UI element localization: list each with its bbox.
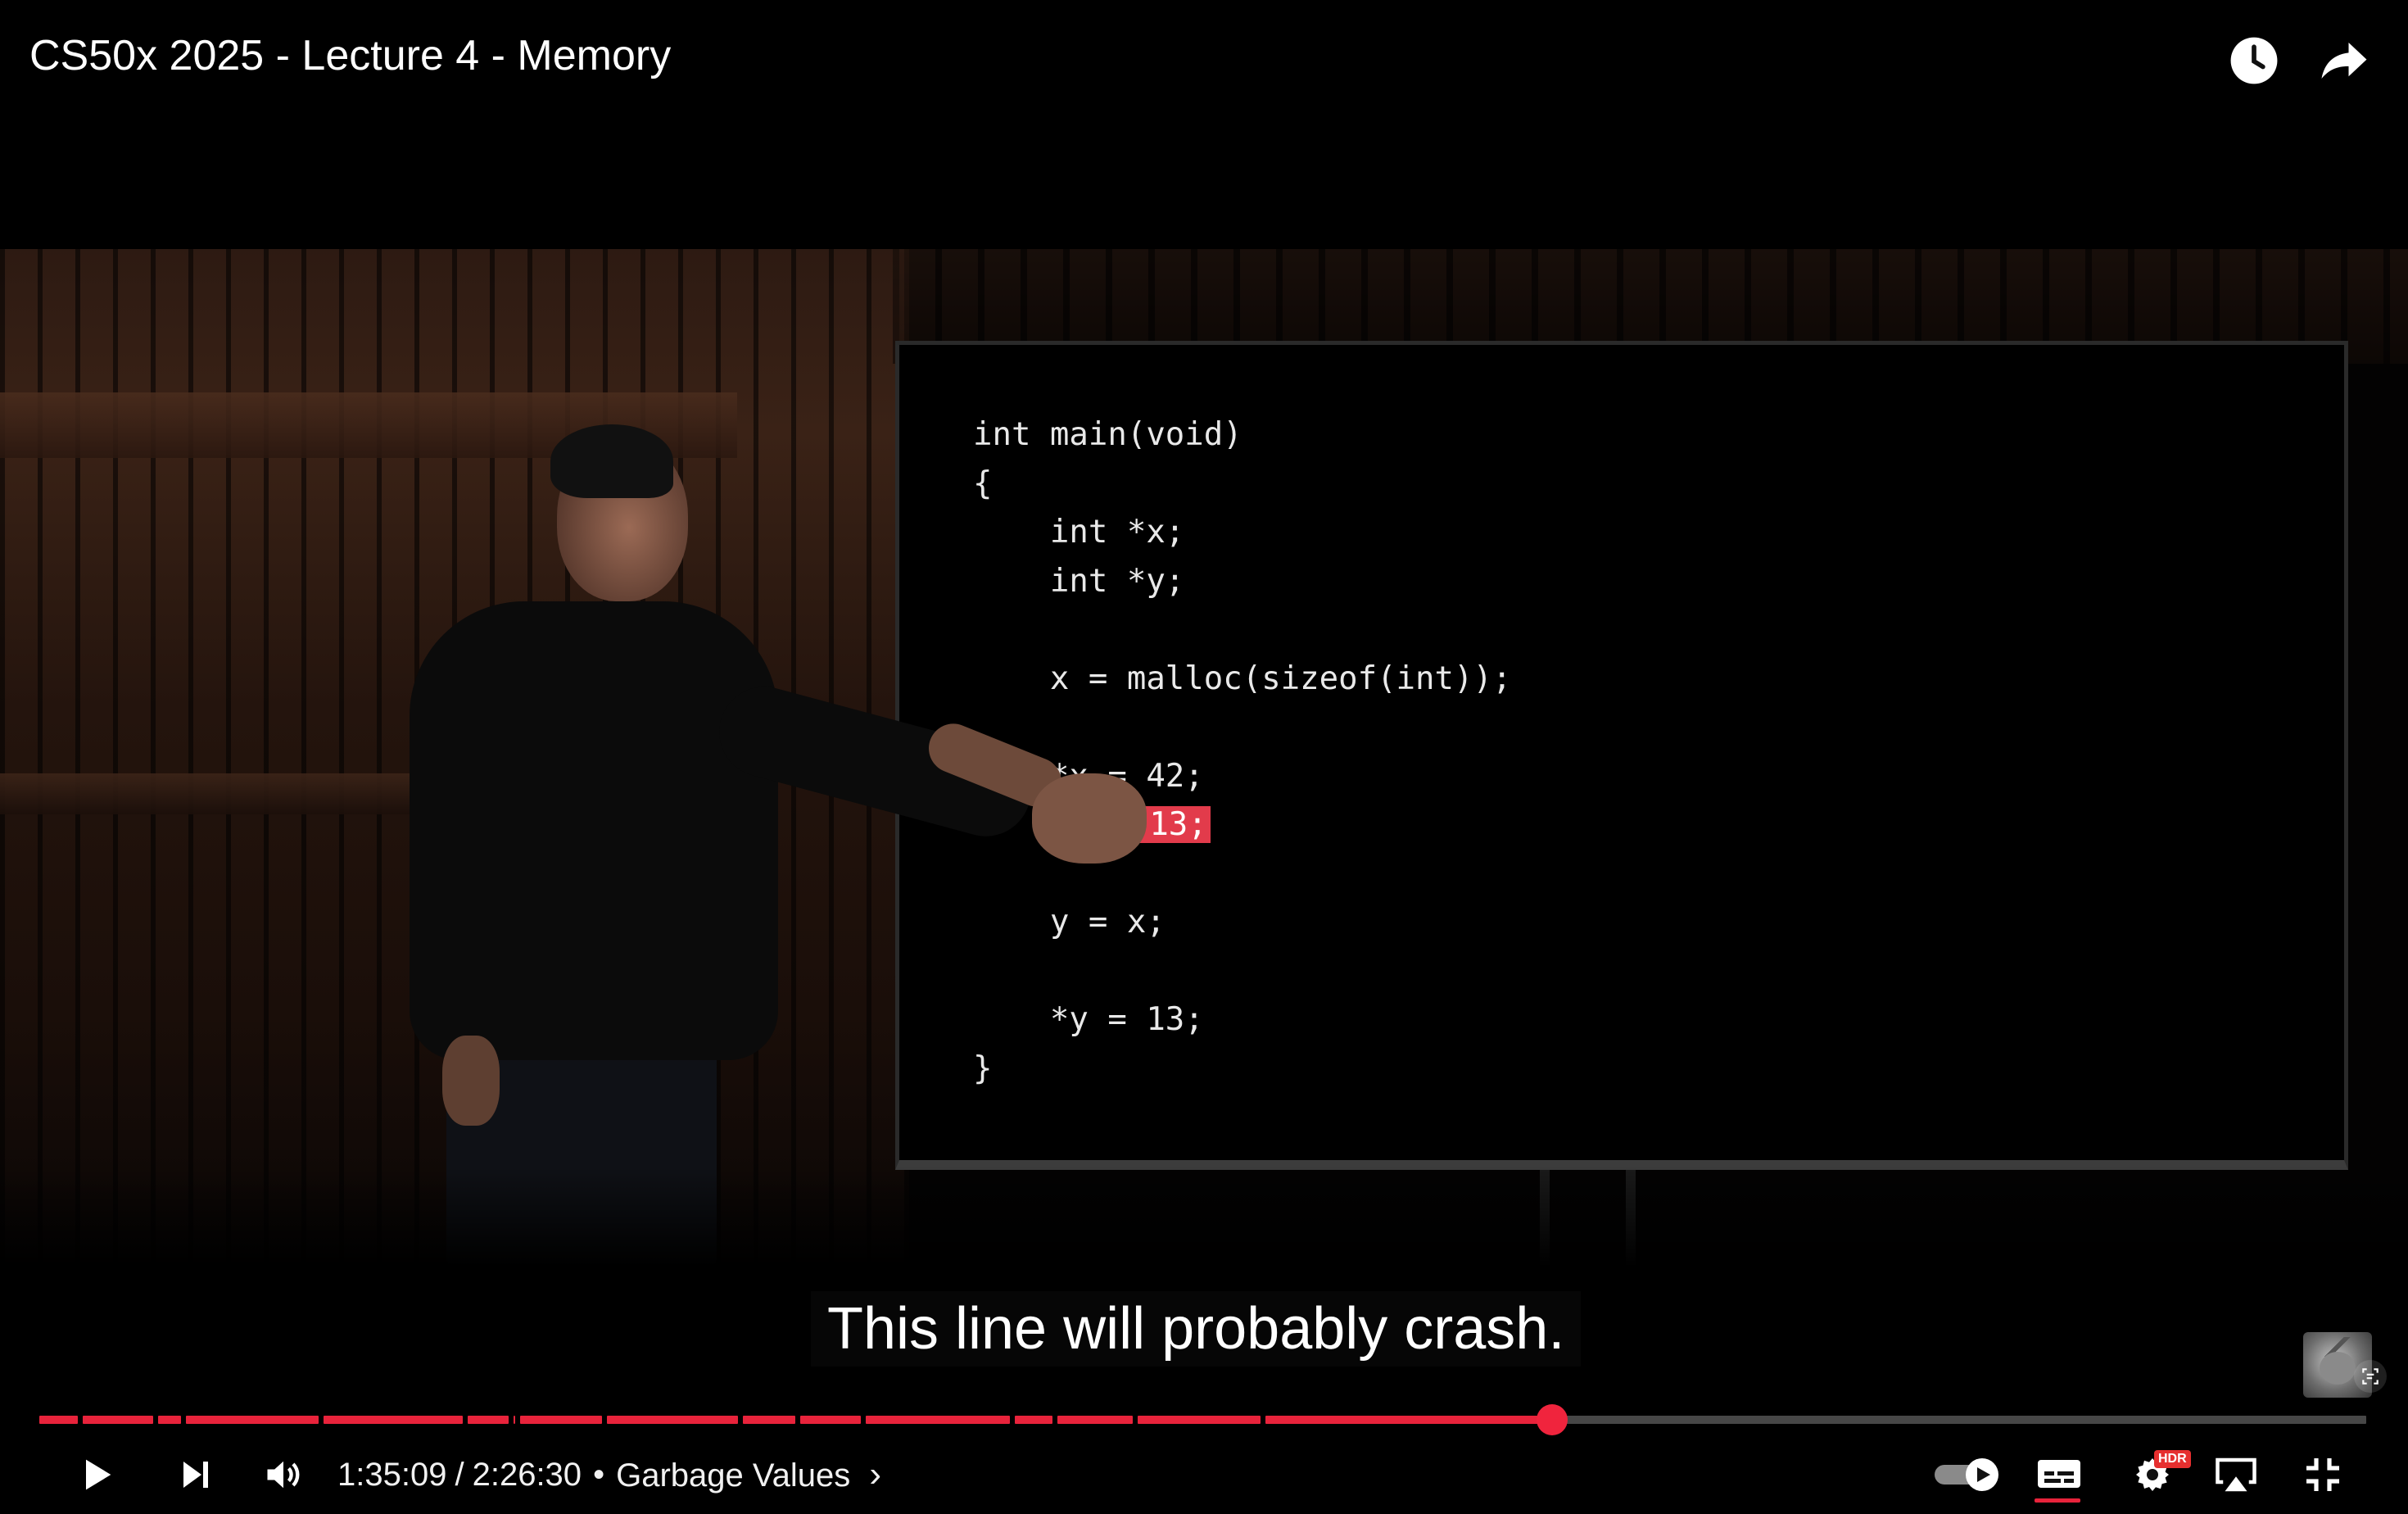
fullscreen-exit-icon (2306, 1458, 2339, 1491)
progress-played-segment (743, 1416, 795, 1424)
top-bar: CS50x 2025 - Lecture 4 - Memory (0, 0, 2408, 115)
code-line: } (973, 1049, 993, 1087)
progress-played-segment (324, 1416, 463, 1424)
progress-played-segment (468, 1416, 509, 1424)
presenter-torso (410, 601, 778, 1060)
code-block: int main(void) { int *x; int *y; x = mall… (973, 410, 1511, 1093)
video-frame[interactable]: int main(void) { int *x; int *y; x = mall… (0, 249, 2408, 1267)
play-icon (86, 1459, 111, 1490)
code-slide-screen: int main(void) { int *x; int *y; x = mall… (895, 341, 2348, 1170)
current-time: 1:35:09 (337, 1456, 447, 1493)
code-line: y = x; (973, 904, 1166, 941)
lens-icon (2362, 1368, 2379, 1385)
airplay-button[interactable] (2207, 1445, 2265, 1504)
captions-active-indicator (2035, 1498, 2080, 1503)
progress-remaining-segment (1551, 1416, 2366, 1424)
video-player[interactable]: int main(void) { int *x; int *y; x = mall… (0, 0, 2408, 1514)
code-line: int main(void) (973, 416, 1242, 453)
volume-button[interactable] (254, 1445, 313, 1504)
share-button[interactable] (2315, 31, 2374, 90)
subtitles-button[interactable] (2035, 1445, 2084, 1504)
progress-played-segment (514, 1416, 515, 1424)
progress-played-segment (607, 1416, 738, 1424)
hdr-badge: HDR (2154, 1450, 2191, 1468)
skip-next-icon (183, 1462, 208, 1488)
time-display: 1:35:09 / 2:26:30 • Garbage Values › (337, 1452, 881, 1498)
control-bar: 1:35:09 / 2:26:30 • Garbage Values › HDR (0, 1432, 2408, 1514)
progress-played-segment (1138, 1416, 1261, 1424)
progress-played-segment (83, 1416, 153, 1424)
chapter-title: Garbage Values (616, 1457, 851, 1494)
chevron-right-icon: › (869, 1454, 881, 1494)
settings-button[interactable]: HDR (2123, 1445, 2191, 1504)
progress-played-segment (186, 1416, 319, 1424)
progress-played-segment (520, 1416, 602, 1424)
video-title[interactable]: CS50x 2025 - Lecture 4 - Memory (29, 31, 671, 80)
presenter-left-hand (442, 1036, 500, 1126)
subtitles-icon (2038, 1460, 2080, 1488)
autoplay-toggle-icon (1935, 1458, 1998, 1491)
duration: 2:26:30 (472, 1456, 582, 1493)
progress-played-segment (1015, 1416, 1052, 1424)
airplay-icon (2216, 1457, 2256, 1492)
share-arrow-icon (2321, 43, 2367, 79)
code-line: { (973, 465, 993, 502)
progress-bar[interactable] (39, 1404, 2369, 1435)
code-line: *y = 13; (973, 1001, 1204, 1038)
floor-shadow (0, 1167, 2408, 1267)
code-line: x = malloc(sizeof(int)); (973, 660, 1512, 697)
closed-caption: This line will probably crash. (811, 1291, 1582, 1367)
code-line: int *y; (973, 562, 1185, 600)
presenter-hair (550, 424, 673, 498)
autoplay-toggle[interactable] (1930, 1445, 2005, 1504)
cat-face-shape (2320, 1352, 2356, 1385)
progress-played-segment (1057, 1416, 1133, 1424)
progress-played-segment (866, 1416, 1010, 1424)
progress-played-segment (158, 1416, 181, 1424)
lens-button[interactable] (2354, 1360, 2387, 1393)
volume-icon (267, 1461, 300, 1489)
play-button[interactable] (64, 1445, 129, 1504)
scrubber-handle[interactable] (1536, 1404, 1568, 1435)
exit-fullscreen-button[interactable] (2293, 1445, 2352, 1504)
code-line: int *x; (973, 514, 1185, 551)
progress-played-segment (1265, 1416, 1552, 1424)
bullet-separator: • (593, 1456, 605, 1493)
chapter-button[interactable]: Garbage Values › (616, 1454, 881, 1495)
progress-played-segment (39, 1416, 78, 1424)
watch-later-button[interactable] (2225, 31, 2284, 90)
time-separator: / (455, 1456, 464, 1493)
clock-icon (2230, 37, 2278, 84)
presenter-pointing-hand (1032, 773, 1147, 864)
progress-played-segment (800, 1416, 861, 1424)
next-button[interactable] (165, 1445, 224, 1504)
